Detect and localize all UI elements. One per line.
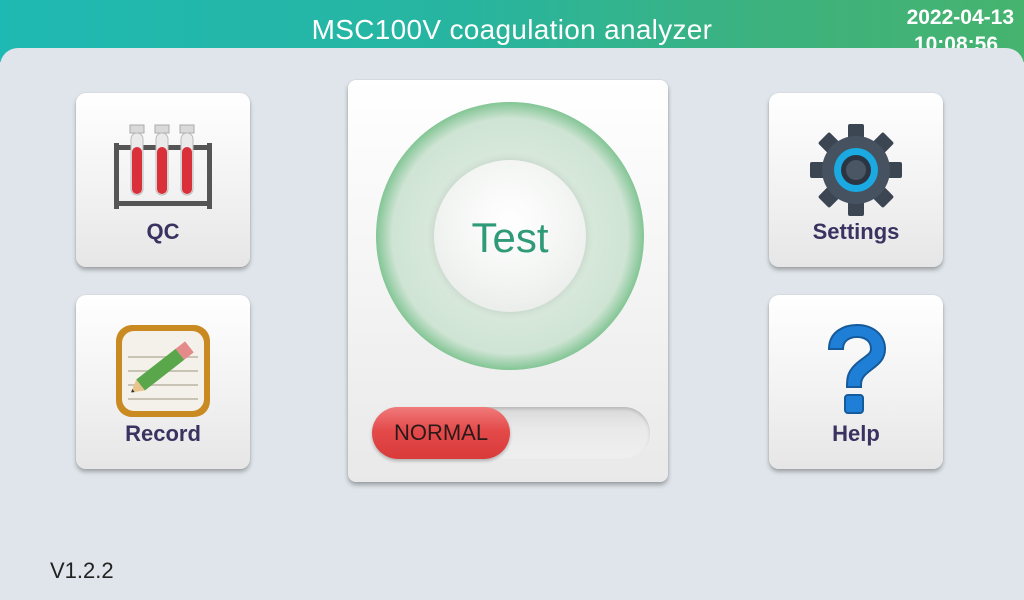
test-label: Test [471,214,549,261]
gear-icon [810,124,902,216]
record-label: Record [125,421,201,446]
question-mark-icon [827,323,887,414]
status-badge: NORMAL [372,407,510,459]
help-label: Help [832,421,880,446]
settings-label: Settings [812,219,900,244]
date-display: 2022-04-13 [906,6,1014,29]
record-button[interactable]: Record [76,295,250,469]
version-label: V1.2.2 [50,558,114,583]
qc-button[interactable]: QC [76,93,250,267]
notepad-pencil-icon [116,325,210,417]
test-tubes-icon [114,124,212,209]
settings-button[interactable]: Settings [769,93,943,267]
status-bar: NORMAL [372,407,650,459]
app-title: MSC100V coagulation analyzer [311,14,713,45]
test-card: Test NORMAL [348,80,668,482]
help-button[interactable]: Help [769,295,943,469]
test-button[interactable]: Test [376,102,644,370]
qc-label: QC [146,219,180,244]
